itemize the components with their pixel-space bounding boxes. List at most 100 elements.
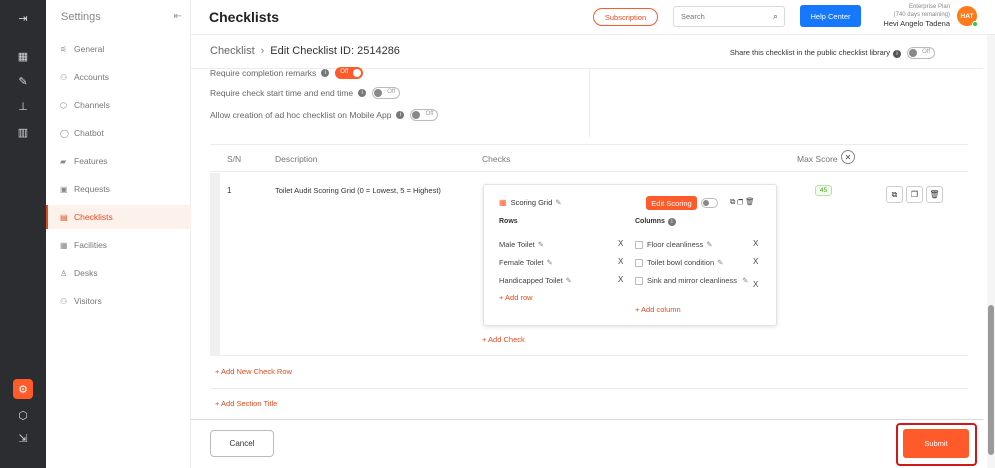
- sidebar-item-channels[interactable]: ⬡ Channels: [46, 93, 191, 117]
- add-new-check-row-link[interactable]: + Add New Check Row: [215, 367, 292, 376]
- settings-icon[interactable]: ⚙: [13, 379, 33, 399]
- info-icon[interactable]: i: [893, 49, 901, 58]
- remove-row-icon[interactable]: X: [618, 257, 623, 266]
- row-description[interactable]: Toilet Audit Scoring Grid (0 = Lowest, 5…: [275, 186, 441, 195]
- hierarchy-icon[interactable]: ⊥: [13, 96, 33, 116]
- checklist-icon: ▤: [60, 212, 68, 222]
- sidebar-item-chatbot[interactable]: ◯ Chatbot: [46, 121, 191, 145]
- sidebar-item-accounts[interactable]: ⚇ Accounts: [46, 65, 191, 89]
- grid-column-item[interactable]: Floor cleanliness ✎: [635, 240, 713, 250]
- col-description: Description: [275, 154, 318, 164]
- trash-icon[interactable]: 🗑: [926, 186, 943, 203]
- sidebar-item-requests[interactable]: ▣ Requests: [46, 177, 191, 201]
- cube-icon: ⬡: [60, 100, 67, 110]
- search-input[interactable]: [674, 7, 764, 26]
- collapse-icon[interactable]: ⇥: [13, 8, 33, 28]
- cube-icon[interactable]: ⬡: [13, 405, 33, 425]
- toggle-text: Off: [922, 49, 930, 55]
- sidebar-item-general[interactable]: ⚟ General: [46, 37, 191, 61]
- table-row: 1 Toilet Audit Scoring Grid (0 = Lowest,…: [210, 173, 968, 356]
- duplicate-icon[interactable]: ❐: [906, 186, 923, 203]
- add-check-link[interactable]: + Add Check: [482, 335, 525, 344]
- scoring-grid-card: ▦ Scoring Grid ✎ Edit Scoring ⧉❐🗑 Rows Col…: [483, 184, 777, 326]
- add-column-link[interactable]: + Add column: [635, 305, 681, 314]
- require-time-toggle[interactable]: Off: [372, 87, 401, 99]
- option-require-time: Require check start time and end time i Of…: [210, 87, 401, 99]
- info-icon[interactable]: i: [667, 218, 676, 226]
- trash-icon[interactable]: 🗑: [745, 197, 757, 206]
- info-icon[interactable]: i: [358, 89, 367, 97]
- search-icon[interactable]: ⌕: [773, 11, 778, 22]
- grid-row-item[interactable]: Handicapped Toilet ✎: [499, 276, 572, 285]
- subscription-button[interactable]: Subscription: [593, 8, 658, 26]
- grid-toggle-wrap: [701, 198, 718, 208]
- grid-row-item[interactable]: Female Toilet ✎: [499, 258, 553, 267]
- adhoc-mobile-toggle[interactable]: Off: [410, 109, 439, 121]
- pencil-icon[interactable]: ✎: [555, 198, 561, 207]
- remove-row-icon[interactable]: X: [618, 275, 623, 284]
- plan-days: (740 days remaining): [893, 12, 950, 18]
- remove-row-icon[interactable]: X: [618, 239, 623, 248]
- checkbox[interactable]: [635, 259, 643, 268]
- scrollbar-thumb[interactable]: [988, 305, 994, 455]
- duplicate-icon[interactable]: ❐: [737, 197, 745, 206]
- sidebar-collapse-icon[interactable]: ⇤: [174, 11, 182, 22]
- breadcrumb-current: Edit Checklist ID: 2514286: [270, 45, 400, 57]
- pencil-icon[interactable]: ✎: [717, 258, 723, 267]
- remove-column-icon[interactable]: X: [753, 239, 758, 248]
- divider: [210, 388, 968, 389]
- analytics-icon[interactable]: ▥: [13, 122, 33, 142]
- breadcrumb-root[interactable]: Checklist: [210, 45, 255, 57]
- divider: [589, 69, 590, 137]
- pencil-icon[interactable]: ✎: [742, 276, 748, 285]
- drag-handle[interactable]: [210, 173, 220, 356]
- sidebar-item-desks[interactable]: ♙ Desks: [46, 261, 191, 285]
- pencil-icon[interactable]: ✎: [566, 276, 572, 285]
- remove-column-icon[interactable]: X: [753, 257, 758, 266]
- toggle-text: Off: [387, 89, 396, 95]
- sidebar-item-checklists[interactable]: ▤ Checklists: [46, 205, 191, 229]
- share-toggle[interactable]: Off: [907, 47, 935, 59]
- top-bar: Checklists Subscription ⌕ Help Center En…: [191, 0, 995, 35]
- help-center-button[interactable]: Help Center: [800, 5, 861, 27]
- copy-icon[interactable]: ⧉: [886, 186, 903, 203]
- grid-column-item[interactable]: Sink and mirror cleanliness ✎: [635, 275, 753, 286]
- sidebar-item-visitors[interactable]: ⚇ Visitors: [46, 289, 191, 313]
- search-box: ⌕: [673, 6, 785, 27]
- chat-icon: ◯: [60, 128, 69, 138]
- option-label: Require completion remarks: [210, 68, 317, 78]
- remove-column-icon[interactable]: X: [753, 280, 758, 289]
- submit-button[interactable]: Submit: [903, 429, 969, 458]
- sidebar-item-facilities[interactable]: ▦ Facilities: [46, 233, 191, 257]
- cleaning-icon[interactable]: ✎: [13, 71, 33, 91]
- pencil-icon[interactable]: ✎: [546, 258, 552, 267]
- grid-column-item[interactable]: Toilet bowl condition ✎: [635, 258, 723, 268]
- plan-info: Enterprise Plan (740 days remaining) Hev…: [883, 3, 950, 29]
- dashboard-icon[interactable]: ▦: [13, 46, 33, 66]
- toggle-knob: [412, 111, 421, 119]
- checkbox[interactable]: [635, 241, 643, 250]
- grid-toggle[interactable]: [701, 198, 718, 208]
- row-actions: ⧉ ❐ 🗑: [886, 186, 943, 203]
- info-icon[interactable]: i: [321, 69, 330, 77]
- share-label: Share this checklist in the public check…: [729, 47, 890, 57]
- toggle-text: Off: [340, 69, 349, 75]
- rows-header: Rows: [499, 218, 518, 225]
- add-row-link[interactable]: + Add row: [499, 293, 533, 302]
- require-remarks-toggle[interactable]: Off: [335, 67, 364, 79]
- option-label: Allow creation of ad hoc checklist on Mo…: [210, 110, 392, 120]
- facilities-icon: ▦: [60, 240, 68, 250]
- edit-scoring-button[interactable]: Edit Scoring: [646, 196, 697, 210]
- sidebar-item-features[interactable]: ▰ Features: [46, 149, 191, 173]
- pencil-icon[interactable]: ✎: [706, 240, 712, 249]
- user-name[interactable]: Hevi Angelo Tadena: [883, 19, 950, 29]
- pencil-icon[interactable]: ✎: [538, 240, 544, 249]
- close-icon[interactable]: ✕: [841, 150, 855, 164]
- checkbox[interactable]: [635, 277, 643, 286]
- logout-icon[interactable]: ⇲: [13, 428, 33, 448]
- add-section-title-link[interactable]: + Add Section Title: [215, 399, 277, 408]
- info-icon[interactable]: i: [396, 111, 405, 119]
- grid-row-item[interactable]: Male Toilet ✎: [499, 240, 544, 249]
- cancel-button[interactable]: Cancel: [210, 430, 274, 457]
- col-sn: S/N: [227, 154, 242, 164]
